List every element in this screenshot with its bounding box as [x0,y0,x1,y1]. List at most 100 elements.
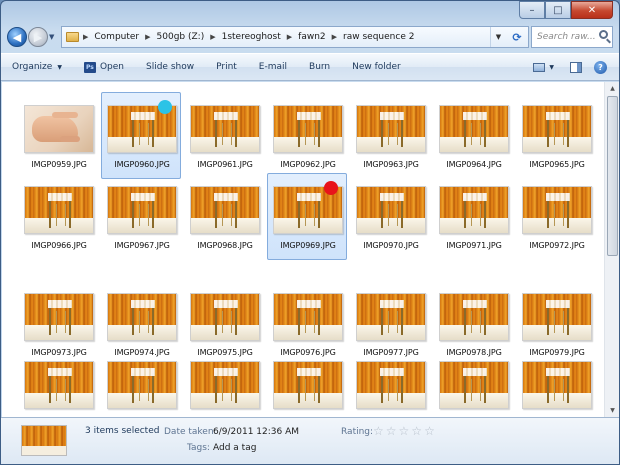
file-item[interactable]: IMGP0986.JPG [516,348,596,417]
file-thumbnail [356,361,426,409]
file-thumbnail [190,186,260,234]
file-item[interactable]: IMGP0960.JPG [101,92,181,179]
scroll-down-icon[interactable]: ▼ [605,404,619,417]
breadcrumb-folder-fawn2[interactable]: fawn2 [298,32,325,42]
file-name: IMGP0967.JPG [114,241,170,250]
view-options-chevron-icon[interactable]: ▼ [549,64,554,71]
file-item[interactable]: IMGP0970.JPG [350,173,430,260]
refresh-icon[interactable]: ⟳ [506,27,528,47]
tags-label: Tags: [187,443,210,453]
star-icon[interactable]: ☆ [424,425,435,437]
file-item[interactable]: IMGP0972.JPG [516,173,596,260]
file-item[interactable]: IMGP0981.JPG [101,348,181,417]
star-icon[interactable]: ☆ [386,425,397,437]
file-name: IMGP0965.JPG [529,160,585,169]
address-controls: ▼ ⟳ [490,27,528,47]
star-icon[interactable]: ☆ [411,425,422,437]
file-name: IMGP0970.JPG [363,241,419,250]
tags-value[interactable]: Add a tag [213,443,256,453]
file-list[interactable]: IMGP0959.JPG IMGP0960.JPG IMGP0961.JPG IMGP… [2,82,604,417]
file-name: IMGP0963.JPG [363,160,419,169]
vertical-scrollbar[interactable]: ▲ ▼ [604,82,619,417]
burn-button[interactable]: Burn [298,56,341,78]
breadcrumb-chevron-icon[interactable]: ▶ [332,33,337,41]
file-thumbnail [273,361,343,409]
breadcrumb-drive[interactable]: 500gb (Z:) [157,32,205,42]
breadcrumb-computer[interactable]: Computer [94,32,139,42]
file-item[interactable]: IMGP0968.JPG [184,173,264,260]
maximize-button[interactable]: □ [545,1,571,19]
file-thumbnail [273,105,343,153]
breadcrumb-chevron-icon[interactable]: ▶ [210,33,215,41]
forward-arrow-icon: ▶ [33,30,43,44]
file-thumbnail [24,186,94,234]
breadcrumb-current-folder[interactable]: raw sequence 2 [343,32,414,42]
photoshop-icon: Ps [83,61,96,73]
recent-pages-dropdown[interactable]: ▼ [49,33,58,41]
selection-thumbnail [21,425,67,456]
help-icon[interactable]: ? [594,60,607,74]
file-thumbnail [24,105,94,153]
file-thumbnail [356,293,426,341]
file-name: IMGP0969.JPG [280,241,336,250]
change-view-icon[interactable] [533,62,546,72]
breadcrumb-folder-1stereoghost[interactable]: 1stereoghost [222,32,281,42]
file-item[interactable]: IMGP0965.JPG [516,92,596,179]
forward-button[interactable]: ▶ [28,27,48,47]
file-item[interactable]: IMGP0959.JPG [18,92,98,179]
file-item[interactable]: IMGP0980.JPG [18,348,98,417]
date-taken-value[interactable]: 6/9/2011 12:36 AM [213,427,299,437]
star-icon[interactable]: ☆ [373,425,384,437]
search-input[interactable]: Search raw... [531,26,613,48]
scroll-up-icon[interactable]: ▲ [605,82,619,95]
file-thumbnail [439,186,509,234]
file-item[interactable]: IMGP0985.JPG [433,348,513,417]
file-thumbnail [273,293,343,341]
rating-label: Rating: [341,427,374,437]
file-item[interactable]: IMGP0971.JPG [433,173,513,260]
file-item[interactable]: IMGP0961.JPG [184,92,264,179]
print-button[interactable]: Print [205,56,248,78]
navigation-bar: ◀ ▶ ▼ ▶ Computer ▶ 500gb (Z:) ▶ 1stereog… [7,25,613,49]
address-bar[interactable]: ▶ Computer ▶ 500gb (Z:) ▶ 1stereoghost ▶… [61,26,529,48]
caption-buttons: – □ ✕ [519,1,613,19]
minimize-button[interactable]: – [519,1,545,19]
organize-label: Organize [12,62,53,72]
star-icon[interactable]: ☆ [399,425,410,437]
file-item[interactable]: IMGP0984.JPG [350,348,430,417]
slideshow-button[interactable]: Slide show [135,56,205,78]
breadcrumb-chevron-icon[interactable]: ▶ [287,33,292,41]
address-history-dropdown[interactable]: ▼ [490,27,506,47]
breadcrumb-chevron-icon[interactable]: ▶ [145,33,150,41]
organize-button[interactable]: Organize ▼ [1,56,73,78]
folder-icon [66,32,79,42]
file-item[interactable]: IMGP0983.JPG [267,348,347,417]
file-item[interactable]: IMGP0963.JPG [350,92,430,179]
scrollbar-thumb[interactable] [607,96,618,256]
details-pane: 3 items selected Date taken: 6/9/2011 12… [1,417,619,464]
file-thumbnail [356,186,426,234]
file-item[interactable]: IMGP0966.JPG [18,173,98,260]
toolbar-right-group: ▼ ? [533,60,619,74]
open-label: Open [99,62,124,72]
file-thumbnail [522,293,592,341]
search-icon[interactable] [599,30,608,39]
file-item[interactable]: IMGP0962.JPG [267,92,347,179]
file-item[interactable]: IMGP0964.JPG [433,92,513,179]
back-arrow-icon: ◀ [12,30,22,44]
file-item[interactable]: IMGP0982.JPG [184,348,264,417]
new-folder-button[interactable]: New folder [341,56,412,78]
file-thumbnail [522,361,592,409]
file-item[interactable]: IMGP0967.JPG [101,173,181,260]
rating-stars[interactable]: ☆ ☆ ☆ ☆ ☆ [373,425,435,437]
file-name: IMGP0968.JPG [197,241,253,250]
preview-pane-icon[interactable] [570,61,582,73]
close-button[interactable]: ✕ [571,1,613,19]
email-button[interactable]: E-mail [248,56,298,78]
file-item[interactable]: IMGP0969.JPG [267,173,347,260]
back-button[interactable]: ◀ [7,27,27,47]
file-thumbnail [190,293,260,341]
open-button[interactable]: Ps Open [73,56,135,78]
breadcrumb-chevron-icon[interactable]: ▶ [83,33,88,41]
file-thumbnail [439,105,509,153]
